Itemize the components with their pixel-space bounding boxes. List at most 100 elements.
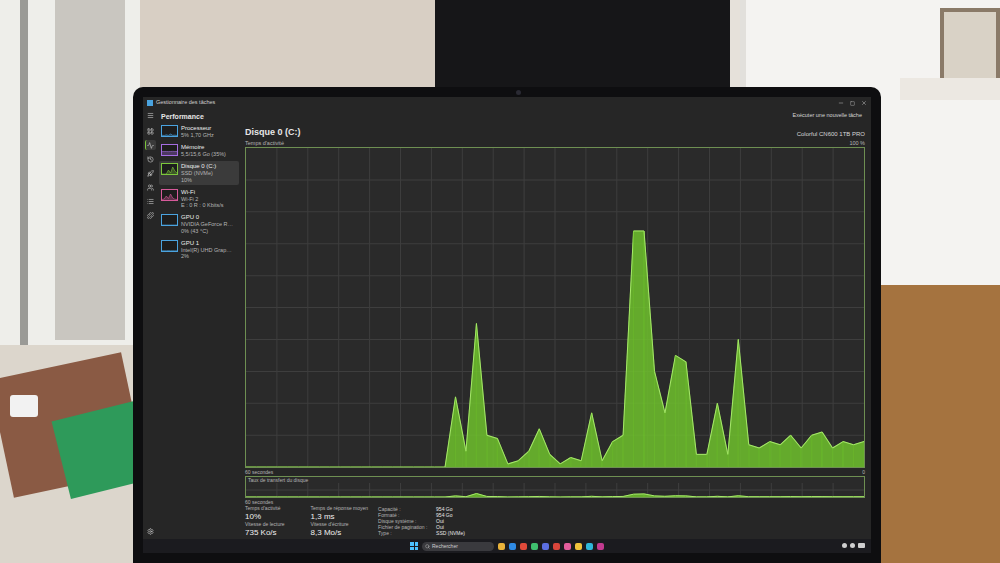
sidebar-item[interactable]: Mémoire5,5/15,6 Go (35%) (159, 142, 239, 159)
chart-segment (267, 466, 277, 468)
chart-segment (780, 435, 790, 467)
taskbar-app-icon[interactable] (564, 543, 571, 550)
sidebar-item[interactable]: GPU 1Intel(R) UHD Grap…2% (159, 238, 239, 262)
taskbar-app-icon[interactable] (520, 543, 527, 550)
chart-segment (833, 496, 843, 497)
chart-segment (675, 355, 685, 467)
chart-segment (445, 496, 455, 497)
taskbar-app-icon[interactable] (531, 543, 538, 550)
chart-segment (298, 497, 308, 498)
stat-label: Vitesse d'écriture (311, 522, 369, 528)
sidebar-thumbnail (161, 189, 178, 201)
stat-value: 1,3 ms (311, 512, 369, 521)
properties: Capacité :954 GoFormaté :954 GoDisque sy… (378, 506, 465, 536)
sidebar-item-detail: NVIDIA GeForce R… (181, 221, 233, 227)
chart-label: Temps d'activité (245, 141, 284, 147)
nav-item[interactable] (145, 196, 156, 206)
property-row: Capacité :954 Go (378, 506, 465, 512)
chart-segment (560, 458, 570, 468)
transfer-chart-label: Taux de transfert du disque (246, 477, 864, 483)
start-icon[interactable] (410, 542, 418, 550)
chart-segment (602, 496, 612, 497)
chart-segment (508, 461, 518, 467)
taskbar-app-icon[interactable] (553, 543, 560, 550)
chart-segment (812, 432, 822, 467)
nav-item[interactable] (145, 168, 156, 178)
stat-label: Vitesse de lecture (245, 522, 303, 528)
sidebar-item-detail: 5,5/15,6 Go (35%) (181, 151, 226, 157)
chart-segment (466, 324, 476, 468)
chart-segment (854, 496, 864, 497)
page-header: PerformanceExécuter une nouvelle tâche (157, 109, 871, 123)
chart-segment (529, 496, 539, 497)
nav-item[interactable] (145, 210, 156, 220)
chart-segment (833, 442, 843, 468)
sidebar-item[interactable]: Wi-FiWi-Fi 2E : 0 R : 0 Kbits/s (159, 187, 239, 211)
chart-segment (791, 435, 801, 467)
maximize-icon[interactable] (850, 101, 855, 106)
sidebar-item[interactable]: Processeur5% 1,70 GHz (159, 123, 239, 140)
chart-segment (288, 466, 298, 468)
taskbar-app-icon[interactable] (597, 543, 604, 550)
sidebar-item-detail: 0% (43 °C) (181, 228, 233, 234)
title-bar: Gestionnaire des tâches (143, 97, 871, 109)
taskbar-app-icon[interactable] (498, 543, 505, 550)
sidebar-item[interactable]: GPU 0NVIDIA GeForce R…0% (43 °C) (159, 212, 239, 236)
curtain (55, 0, 125, 340)
sidebar-item-detail: SSD (NVMe) (181, 170, 216, 176)
sidebar-item-detail: Wi-Fi 2 (181, 196, 224, 202)
taskbar-app-icon[interactable] (509, 543, 516, 550)
chart-segment (267, 497, 277, 498)
chart-segment (508, 496, 518, 497)
sidebar-item-name: Disque 0 (C:) (181, 163, 216, 170)
chart-segment (414, 466, 424, 468)
chart-segment (560, 496, 570, 497)
property-row: Type :SSD (NVMe) (378, 530, 465, 536)
chart-segment (435, 466, 445, 468)
property-value: SSD (NVMe) (436, 530, 465, 536)
services-icon (147, 212, 154, 219)
chart-segment (644, 231, 654, 467)
stat-value: 10% (245, 512, 303, 521)
chart-segment (571, 458, 581, 468)
chart-segment (539, 429, 549, 467)
new-task-button[interactable]: Exécuter une nouvelle tâche (790, 112, 865, 120)
sidebar-item-name: Processeur (181, 125, 214, 132)
stat-value: 8,3 Mo/s (311, 528, 369, 537)
taskbar-app-icon[interactable] (542, 543, 549, 550)
battery-icon[interactable] (858, 543, 865, 548)
nav-item[interactable] (145, 154, 156, 164)
chart-segment (550, 496, 560, 497)
settings-icon[interactable] (147, 528, 154, 535)
nav-item[interactable] (145, 140, 156, 150)
chart-segment (435, 497, 445, 498)
close-icon[interactable] (861, 100, 867, 106)
door-frame (20, 0, 28, 400)
activity-chart (245, 147, 865, 468)
chart-segment (613, 435, 623, 467)
search-box[interactable]: Rechercher (422, 542, 494, 551)
nav-item[interactable] (145, 126, 156, 136)
picture-frame (940, 8, 1000, 83)
activity-chart-plot (246, 148, 864, 467)
chart-segment (613, 496, 623, 497)
chart-segment (728, 339, 738, 467)
laptop-bezel: Gestionnaire des tâchesPerformanceExécut… (133, 87, 881, 563)
taskbar-app-icon[interactable] (586, 543, 593, 550)
chart-segment (623, 494, 633, 497)
wall-shadow (140, 0, 440, 90)
window-body: PerformanceExécuter une nouvelle tâchePr… (143, 109, 871, 539)
chart-segment (476, 494, 486, 498)
startup-icon (147, 170, 154, 177)
search-placeholder: Rechercher (432, 544, 458, 549)
transfer-time-label: 60 secondes (245, 500, 273, 505)
minimize-icon[interactable] (838, 100, 844, 106)
wifi-icon[interactable] (842, 543, 847, 548)
taskbar-app-icon[interactable] (575, 543, 582, 550)
nav-item[interactable] (145, 182, 156, 192)
volume-icon[interactable] (850, 543, 855, 548)
sidebar-item[interactable]: Disque 0 (C:)SSD (NVMe)10% (159, 161, 239, 185)
chart-segment (581, 413, 591, 467)
menu-icon[interactable] (147, 112, 154, 119)
chart-segment (372, 466, 382, 468)
